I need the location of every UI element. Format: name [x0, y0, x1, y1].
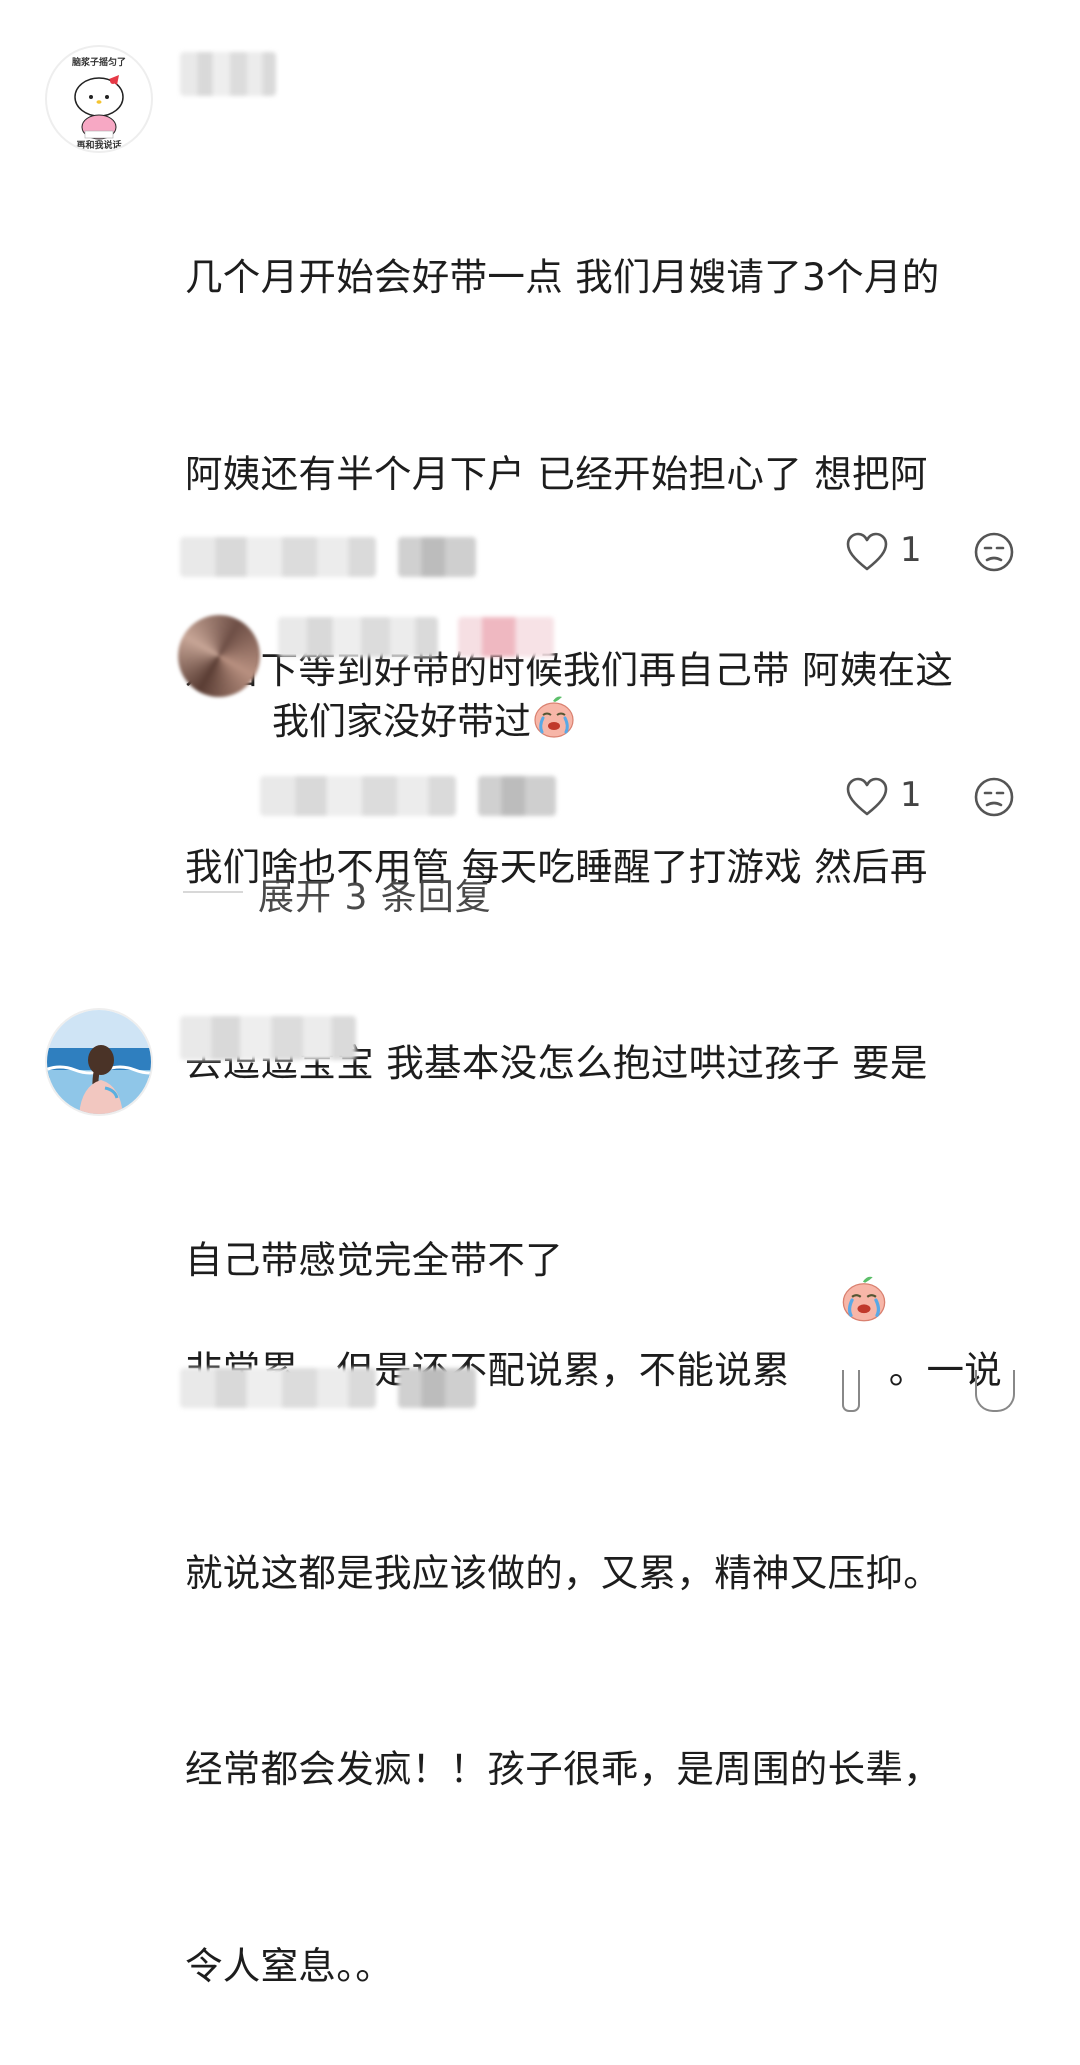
- reply-username-blurred[interactable]: [278, 617, 438, 657]
- avatar[interactable]: 脑浆子摇匀了 再和我说话: [45, 45, 153, 153]
- unamused-face-icon: [974, 777, 1014, 817]
- comment-body: 非常累，但是还不配说累，不能说累 。一说 就说这都是我应该做的，又累，精神又压抑…: [185, 1077, 1002, 2065]
- reply-text: 我们家没好带过: [272, 700, 531, 743]
- like-button[interactable]: [845, 531, 889, 577]
- timestamp-blurred: [180, 1368, 376, 1408]
- reply-dislike-button[interactable]: [973, 776, 1015, 822]
- crying-peach-emoji: [790, 1208, 889, 1410]
- reply-body: 我们家没好带过: [272, 694, 577, 753]
- avatar[interactable]: [45, 1008, 153, 1116]
- expand-divider: [183, 891, 243, 893]
- reply-reply-button-blurred[interactable]: [478, 776, 556, 816]
- comment-line: 就说这都是我应该做的，又累，精神又压抑。: [185, 1550, 941, 1595]
- hello-kitty-icon: [74, 75, 124, 140]
- username-blurred[interactable]: [180, 1016, 356, 1060]
- heart-outline-icon: [846, 777, 888, 816]
- avatar-caption-bottom: 再和我说话: [76, 141, 122, 151]
- like-count: 1: [900, 530, 922, 570]
- comment-line: 阿姨还有半个月下户 已经开始担心了 想把阿: [185, 451, 928, 496]
- reply-like-button[interactable]: [845, 776, 889, 822]
- reply-avatar[interactable]: [178, 615, 260, 697]
- reply-tag-blurred: [458, 617, 554, 657]
- comment-line: 经常都会发疯！！孩子很乖，是周围的长辈，: [185, 1747, 941, 1791]
- timestamp-blurred: [180, 537, 376, 577]
- reply-like-count: 1: [900, 775, 922, 815]
- heart-outline-icon: [846, 532, 888, 571]
- reply-button-blurred[interactable]: [398, 1368, 476, 1408]
- comment-line: 令人窒息。。: [185, 1943, 394, 1988]
- crying-peach-emoji: [531, 694, 577, 753]
- like-button[interactable]: [842, 1370, 860, 1412]
- comment-line: 几个月开始会好带一点 我们月嫂请了3个月的: [185, 255, 940, 299]
- username-blurred[interactable]: [180, 52, 276, 96]
- expand-replies-button[interactable]: 展开 3 条回复: [258, 868, 492, 920]
- reply-timestamp-blurred: [260, 776, 456, 816]
- dislike-button[interactable]: [973, 531, 1015, 577]
- unamused-face-icon: [974, 532, 1014, 572]
- dislike-button[interactable]: [975, 1370, 1015, 1412]
- reply-button-blurred[interactable]: [398, 537, 476, 577]
- beach-girl-avatar-icon: [47, 1010, 151, 1114]
